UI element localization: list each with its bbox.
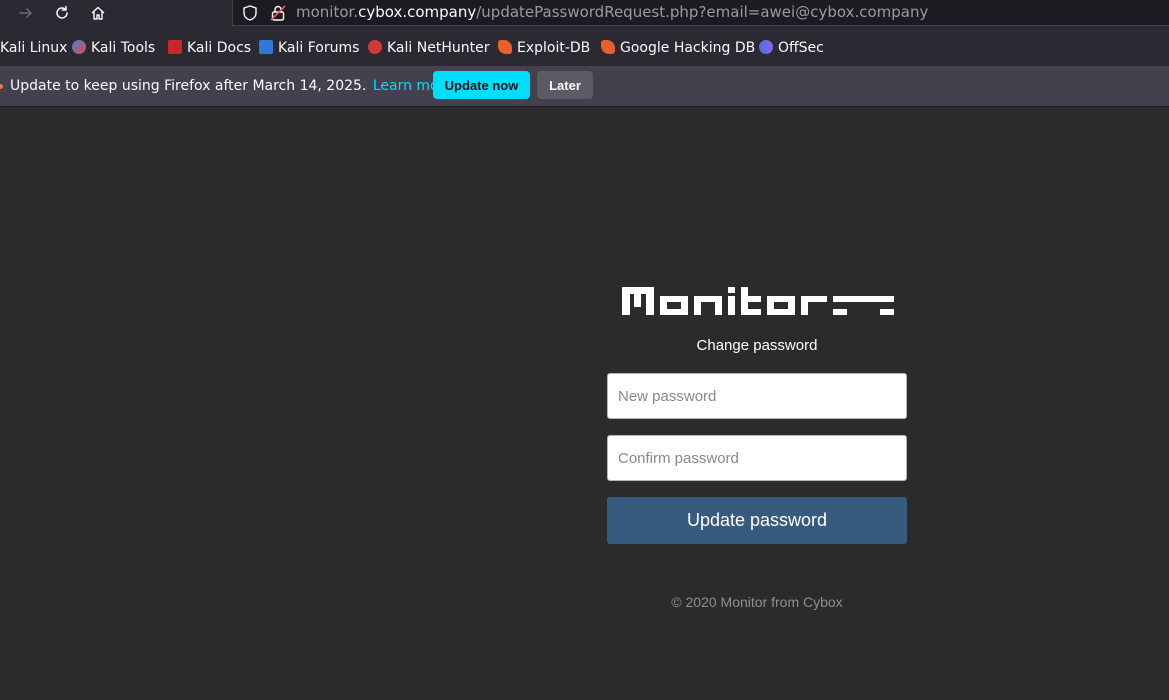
notification-dot-icon bbox=[0, 84, 3, 89]
new-password-input[interactable] bbox=[607, 373, 907, 419]
exploit-db-icon bbox=[498, 40, 512, 54]
bookmark-kali-docs[interactable]: Kali Docs bbox=[168, 38, 251, 58]
page-content: Change password Update password © 2020 M… bbox=[0, 108, 1169, 700]
bookmark-label: OffSec bbox=[778, 40, 824, 56]
kali-docs-icon bbox=[168, 40, 182, 54]
bookmark-label: Kali Docs bbox=[187, 40, 252, 56]
bookmark-offsec[interactable]: OffSec bbox=[759, 38, 824, 58]
reload-icon bbox=[56, 5, 68, 19]
update-now-button[interactable]: Update now bbox=[433, 71, 530, 99]
notification-text: Update to keep using Firefox after March… bbox=[10, 78, 367, 94]
address-bar[interactable]: monitor.cybox.company/updatePasswordRequ… bbox=[232, 0, 1169, 26]
bookmark-label: Exploit-DB bbox=[517, 40, 591, 56]
shield-icon[interactable] bbox=[241, 4, 259, 22]
bookmark-kali-nethunter[interactable]: Kali NetHunter bbox=[368, 38, 489, 58]
insecure-lock-icon[interactable] bbox=[269, 4, 287, 22]
url-host: cybox.company bbox=[358, 3, 477, 21]
url-prefix: monitor. bbox=[296, 3, 359, 21]
browser-toolbar: monitor.cybox.company/updatePasswordRequ… bbox=[0, 0, 1169, 28]
later-button[interactable]: Later bbox=[537, 71, 593, 99]
home-button[interactable] bbox=[86, 2, 110, 24]
bookmark-label: Kali Tools bbox=[91, 40, 156, 56]
arrow-right-icon bbox=[19, 8, 32, 18]
bookmark-label: Kali Forums bbox=[278, 40, 360, 56]
kali-nethunter-icon bbox=[368, 40, 382, 54]
bookmark-exploit-db[interactable]: Exploit-DB bbox=[498, 38, 590, 58]
bookmark-kali-tools[interactable]: Kali Tools bbox=[72, 38, 155, 58]
update-notification-bar: Update to keep using Firefox after March… bbox=[0, 66, 1169, 107]
offsec-icon bbox=[759, 40, 773, 54]
ghdb-icon bbox=[601, 40, 615, 54]
url-path: /updatePasswordRequest.php?email=awei@cy… bbox=[476, 3, 929, 21]
bookmark-label: Google Hacking DB bbox=[620, 40, 756, 56]
bookmark-kali-forums[interactable]: Kali Forums bbox=[259, 38, 359, 58]
home-icon bbox=[91, 6, 105, 20]
bookmark-label: Kali NetHunter bbox=[387, 40, 490, 56]
url-text[interactable]: monitor.cybox.company/updatePasswordRequ… bbox=[296, 3, 928, 22]
forward-button[interactable] bbox=[14, 2, 38, 24]
monitor-logo bbox=[622, 287, 894, 315]
confirm-password-input[interactable] bbox=[607, 435, 907, 481]
bookmarks-bar: Kali Linux Kali Tools Kali Docs Kali For… bbox=[0, 28, 1169, 66]
reload-button[interactable] bbox=[50, 2, 74, 24]
notification-message: Update to keep using Firefox after March… bbox=[10, 76, 453, 96]
copyright-text: © 2020 Monitor from Cybox bbox=[671, 594, 843, 610]
bookmark-google-hacking-db[interactable]: Google Hacking DB bbox=[601, 38, 755, 58]
bookmark-kali-linux[interactable]: Kali Linux bbox=[0, 38, 67, 58]
update-password-button[interactable]: Update password bbox=[607, 497, 907, 544]
kali-tools-icon bbox=[72, 40, 86, 54]
kali-forums-icon bbox=[259, 40, 273, 54]
page-subtitle: Change password bbox=[696, 337, 818, 354]
bookmark-label: Kali Linux bbox=[0, 40, 68, 56]
